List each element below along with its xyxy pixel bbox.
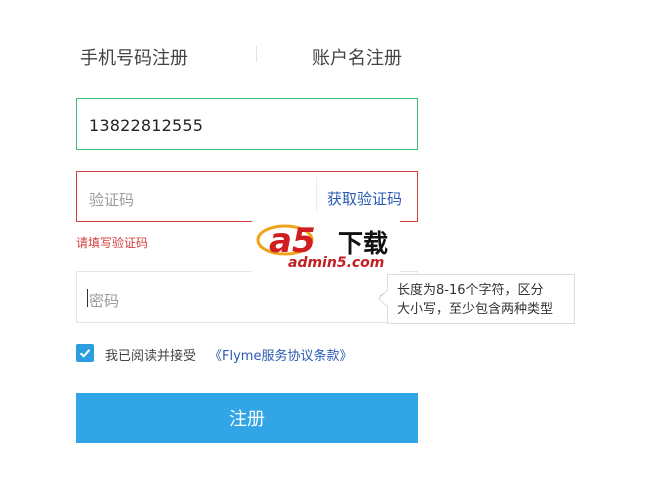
password-placeholder: 密码	[89, 292, 120, 310]
tab-phone-register[interactable]: 手机号码注册	[80, 44, 188, 70]
watermark-logo: a5 下载 admin5.com	[252, 212, 400, 274]
register-button[interactable]: 注册	[76, 393, 418, 443]
code-error-message: 请填写验证码	[76, 236, 149, 250]
watermark-url: admin5.com	[288, 255, 385, 271]
tab-account-register[interactable]: 账户名注册	[312, 44, 402, 70]
password-input[interactable]: 密码	[76, 271, 418, 323]
phone-input-value: 13822812555	[89, 116, 204, 135]
verification-code-placeholder: 验证码	[89, 191, 135, 209]
text-caret	[87, 289, 88, 307]
agreement-checkbox[interactable]	[76, 344, 94, 362]
agreement-link[interactable]: 《Flyme服务协议条款》	[209, 345, 352, 364]
phone-input[interactable]: 13822812555	[76, 98, 418, 150]
agreement-text: 我已阅读并接受	[105, 349, 197, 364]
check-icon	[79, 349, 91, 358]
code-field-divider	[316, 177, 317, 216]
tooltip-line-1: 长度为8-16个字符，区分	[397, 283, 544, 298]
tooltip-line-2: 大小写，至少包含两种类型	[397, 302, 554, 317]
get-code-button[interactable]: 获取验证码	[327, 188, 402, 209]
svg-text:a5: a5	[269, 221, 316, 258]
tab-divider	[256, 46, 257, 62]
register-tabs: 手机号码注册 账户名注册	[0, 0, 650, 110]
password-rule-tooltip: 长度为8-16个字符，区分 大小写，至少包含两种类型	[378, 274, 575, 324]
a5-logo-icon: a5	[256, 221, 316, 258]
